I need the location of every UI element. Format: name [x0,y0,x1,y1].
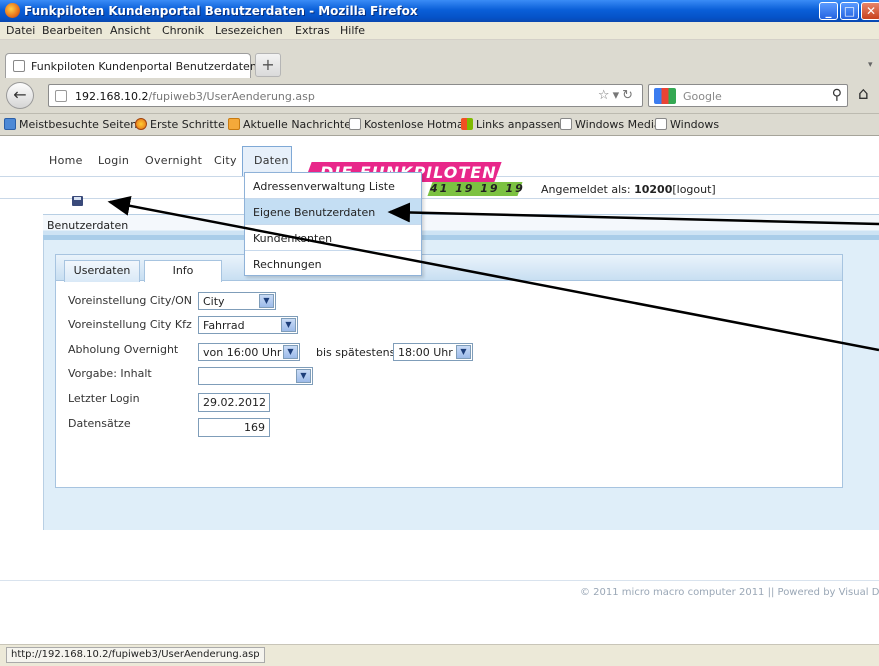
new-tab-button[interactable]: + [255,53,281,77]
menu-item-address-list[interactable]: Adressenverwaltung Liste [245,173,421,199]
tab-strip: Funkpiloten Kundenportal Benutzerdaten +… [0,40,879,78]
firefox-icon [5,3,20,18]
back-button[interactable]: ← [6,82,34,109]
menu-ansicht[interactable]: Ansicht [110,24,151,37]
browser-tab[interactable]: Funkpiloten Kundenportal Benutzerdaten [5,53,257,78]
bookmark-star-icon: ☆ [597,88,613,103]
web-page: Home Login Overnight City Daten DIE FUNK… [0,136,879,644]
browser-tab-title: Funkpiloten Kundenportal Benutzerdaten [31,60,257,73]
city-on-select[interactable]: City ▼ [198,292,276,310]
inhalt-label: Vorgabe: Inhalt [68,367,152,380]
tab-info[interactable]: Info [144,260,222,282]
inhalt-select[interactable]: ▼ [198,367,313,385]
chevron-down-icon: ▼ [456,345,471,359]
bookmarks-bar: Meistbesuchte Seiten Erste Schritte Aktu… [0,114,879,136]
menu-bar: Datei Bearbeiten Ansicht Chronik Lesezei… [0,22,879,40]
daten-dropdown-menu: Adressenverwaltung Liste Eigene Benutzer… [244,172,422,276]
reload-icon: ↻ [622,88,636,103]
chevron-down-icon: ▼ [259,294,274,308]
site-identity-icon [55,90,67,102]
bookmark-getting-started[interactable]: Erste Schritte [135,118,225,131]
bookmark-most-visited[interactable]: Meistbesuchte Seiten [4,118,137,131]
site-nav-login[interactable]: Login [98,154,129,167]
records-field[interactable]: 169 [198,418,270,437]
window-titlebar: Funkpiloten Kundenportal Benutzerdaten -… [0,0,879,22]
page-icon [655,118,667,130]
menu-hilfe[interactable]: Hilfe [340,24,365,37]
city-on-label: Voreinstellung City/ON [68,294,192,307]
menu-datei[interactable]: Datei [6,24,35,37]
bookmark-windows[interactable]: Windows [655,118,719,131]
close-button[interactable]: ✕ [861,2,879,20]
panel-header: Benutzerdaten [43,214,879,240]
last-login-label: Letzter Login [68,392,140,405]
status-url: http://192.168.10.2/fupiweb3/UserAenderu… [6,647,265,663]
navigation-bar: ← 192.168.10.2/fupiweb3/UserAenderung.as… [0,78,879,114]
url-bar[interactable]: 192.168.10.2/fupiweb3/UserAenderung.asp … [48,84,643,107]
bookmark-folder-icon [4,118,16,130]
chevron-down-icon: ▼ [296,369,311,383]
bookmark-news[interactable]: Aktuelle Nachrichten [228,118,358,131]
bookmark-customize-links[interactable]: Links anpassen [461,118,560,131]
menu-item-own-user-data[interactable]: Eigene Benutzerdaten [245,199,421,225]
page-icon [349,118,361,130]
chevron-down-icon: ▼ [283,345,298,359]
page-favicon-icon [13,60,25,72]
site-nav-overnight[interactable]: Overnight [145,154,202,167]
footer-text: © 2011 micro macro computer 2011 || Powe… [580,587,879,598]
records-label: Datensätze [68,417,131,430]
close-icon: ✕ [865,4,877,18]
logged-in-user: 10200 [634,183,673,196]
menu-chronik[interactable]: Chronik [162,24,204,37]
search-icon[interactable]: ⚲ [832,87,842,103]
tab-userdaten[interactable]: Userdaten [64,260,140,282]
overnight-label: Abholung Overnight [68,343,179,356]
windows-logo-icon [461,118,473,130]
site-nav-city[interactable]: City [214,154,237,167]
window-title: Funkpiloten Kundenportal Benutzerdaten -… [24,4,418,18]
overnight-until-select[interactable]: 18:00 Uhr ▼ [393,343,473,361]
maximize-icon: □ [843,4,856,18]
firefox-icon [135,118,147,130]
bookmark-windows-media[interactable]: Windows Media [560,118,661,131]
overnight-from-select[interactable]: von 16:00 Uhr ▼ [198,343,300,361]
search-placeholder: Google [683,90,722,103]
google-engine-icon[interactable] [654,88,676,104]
page-icon [560,118,572,130]
status-bar: http://192.168.10.2/fupiweb3/UserAenderu… [0,644,879,666]
menu-item-invoices[interactable]: Rechnungen [245,251,421,277]
logged-in-status: Angemeldet als: 10200[logout] [541,183,716,196]
menu-item-customer-accounts[interactable]: Kundenkonten [245,225,421,251]
url-bar-icons[interactable]: ☆▾↻ [598,88,636,103]
form-tab-panel: Userdaten Info Voreinstellung City/ON Ci… [55,254,843,488]
save-icon[interactable] [72,196,83,206]
footer-divider [0,580,879,581]
site-nav-home[interactable]: Home [49,154,83,167]
menu-extras[interactable]: Extras [295,24,330,37]
minimize-button[interactable]: _ [819,2,838,20]
url-text: 192.168.10.2/fupiweb3/UserAenderung.asp [75,90,315,103]
city-kfz-label: Voreinstellung City Kfz [68,318,192,331]
bookmark-hotmail[interactable]: Kostenlose Hotmail [349,118,470,131]
panel-title: Benutzerdaten [47,219,129,232]
rss-icon [228,118,240,130]
logout-link[interactable]: [logout] [672,183,715,196]
search-bar[interactable]: Google ⚲ [648,84,848,107]
maximize-button[interactable]: □ [840,2,859,20]
menu-bearbeiten[interactable]: Bearbeiten [42,24,102,37]
last-login-field[interactable]: 29.02.2012 [198,393,270,412]
site-nav-daten[interactable]: Daten [254,154,289,167]
dropdown-icon: ▾ [612,88,623,103]
tab-list-icon[interactable]: ▾ [868,60,873,70]
logo-phone-text: 41 19 19 19 [430,182,525,195]
menu-lesezeichen[interactable]: Lesezeichen [215,24,283,37]
home-icon[interactable]: ⌂ [858,84,869,104]
overnight-until-label: bis spätestens [316,346,396,359]
city-kfz-select[interactable]: Fahrrad ▼ [198,316,298,334]
form-tabs: Userdaten Info [56,255,842,282]
minimize-icon: _ [825,4,832,18]
chevron-down-icon: ▼ [281,318,296,332]
